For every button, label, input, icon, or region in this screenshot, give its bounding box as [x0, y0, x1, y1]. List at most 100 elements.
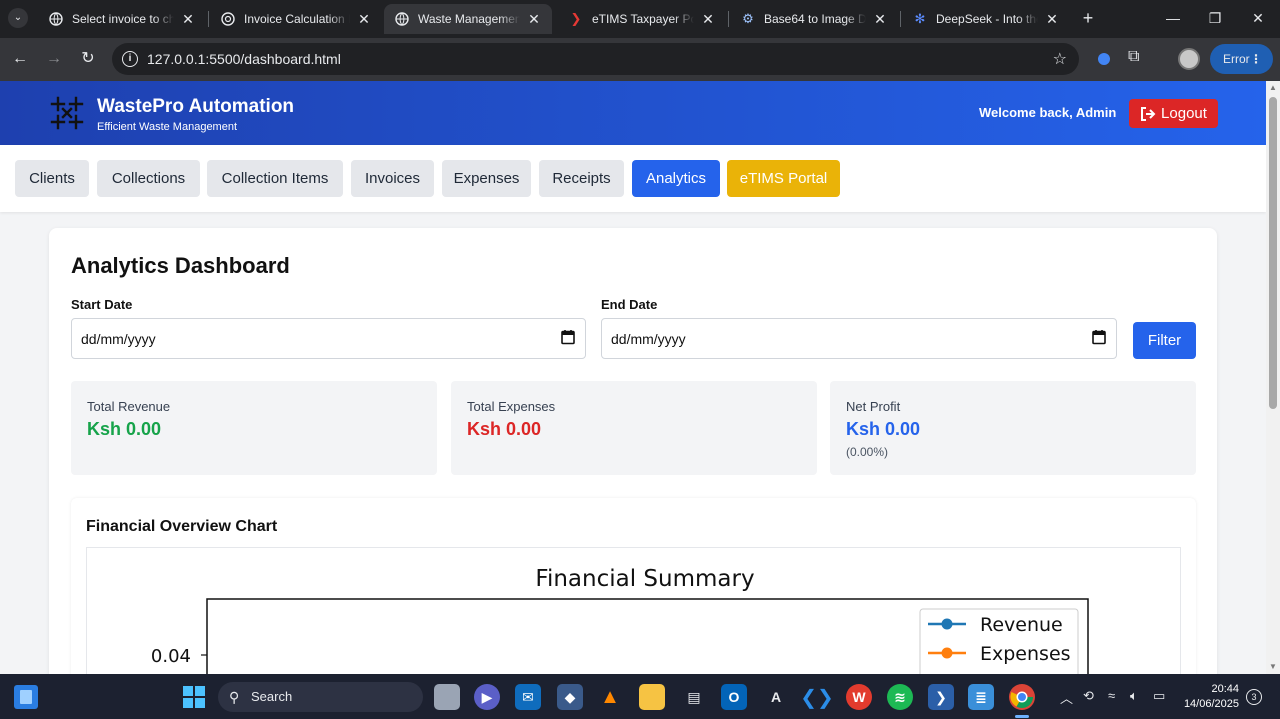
- browser-tab-title: Waste Management Dashboard: [418, 12, 520, 26]
- chrome-icon[interactable]: [1009, 684, 1035, 710]
- end-date-placeholder: dd/mm/yyyy: [611, 331, 686, 347]
- chart-image: Financial Summary 0.04 Revenue Expenses: [86, 547, 1181, 674]
- legend-marker-revenue: [941, 618, 953, 630]
- user-name: Admin: [1075, 105, 1117, 120]
- window-close-icon[interactable]: ✕: [1243, 6, 1273, 30]
- widgets-icon[interactable]: [14, 685, 38, 709]
- start-date-placeholder: dd/mm/yyyy: [81, 331, 156, 347]
- stat-value: Ksh 0.00: [467, 419, 542, 439]
- chart-legend: Revenue Expenses: [919, 608, 1079, 674]
- browser-tabstrip: ⌄ Select invoice to change ✕ Invoice Cal…: [0, 0, 1280, 38]
- close-tab-icon[interactable]: ✕: [872, 11, 888, 28]
- legend-label-expenses: Expenses: [980, 643, 1071, 665]
- clock-date: 14/06/2025: [1183, 698, 1239, 710]
- stat-label: Net Profit: [846, 399, 901, 414]
- nav-tab-collections[interactable]: Collections: [97, 160, 200, 197]
- reload-icon[interactable]: ↻: [77, 48, 99, 70]
- back-arrow-icon[interactable]: ←: [9, 48, 31, 70]
- taskbar-search-box[interactable]: ⚲ Search: [218, 682, 423, 712]
- notification-badge[interactable]: 3: [1246, 689, 1262, 705]
- logout-button[interactable]: Logout: [1129, 99, 1218, 128]
- profile-avatar[interactable]: [1178, 48, 1200, 70]
- tab-search-chevron-icon[interactable]: ⌄: [8, 8, 28, 28]
- url-text[interactable]: 127.0.0.1:5500/dashboard.html: [147, 51, 341, 67]
- volume-icon[interactable]: 🔈︎: [1130, 688, 1138, 704]
- scroll-down-arrow-icon[interactable]: ▼: [1269, 663, 1277, 671]
- wifi-icon[interactable]: ≈: [1108, 688, 1115, 703]
- close-tab-icon[interactable]: ✕: [700, 11, 716, 28]
- nav-tab-clients[interactable]: Clients: [15, 160, 89, 197]
- logout-icon: [1141, 106, 1156, 121]
- start-date-input[interactable]: dd/mm/yyyy: [71, 318, 586, 359]
- windows-start-icon[interactable]: [181, 684, 207, 710]
- minimize-icon[interactable]: —: [1158, 6, 1188, 30]
- app-header: WastePro Automation Efficient Waste Mana…: [0, 81, 1266, 145]
- close-tab-icon[interactable]: ✕: [1044, 11, 1060, 28]
- stat-value: Ksh 0.00: [87, 419, 162, 439]
- stat-net-profit: Net Profit Ksh 0.00 (0.00%): [830, 381, 1196, 475]
- browser-tab-5[interactable]: ⚙ Base64 to Image Decoder ✕: [730, 4, 898, 34]
- sync-icon[interactable]: ⟲: [1083, 688, 1094, 704]
- nav-tab-expenses[interactable]: Expenses: [442, 160, 531, 197]
- font-app-icon[interactable]: A: [763, 684, 789, 710]
- calendar-icon[interactable]: [1092, 329, 1106, 345]
- tray-chevron-up-icon[interactable]: ︿: [1060, 688, 1073, 707]
- chart-title: Financial Summary: [535, 566, 754, 592]
- browser-tab-2[interactable]: Invoice Calculation Fix ✕: [210, 4, 382, 34]
- nav-tab-receipts[interactable]: Receipts: [539, 160, 624, 197]
- forward-arrow-icon[interactable]: →: [43, 48, 65, 70]
- powershell-icon[interactable]: ❯: [928, 684, 954, 710]
- close-tab-icon[interactable]: ✕: [526, 11, 542, 28]
- calendar-icon[interactable]: [561, 329, 575, 345]
- site-info-icon[interactable]: i: [122, 51, 138, 67]
- tab-separator: [728, 11, 729, 27]
- address-bar[interactable]: i 127.0.0.1:5500/dashboard.html ☆: [112, 43, 1079, 75]
- taskbar-clock[interactable]: 20:44 14/06/2025: [1183, 682, 1239, 712]
- scroll-up-arrow-icon[interactable]: ▲: [1269, 84, 1277, 92]
- stat-value: Ksh 0.00: [846, 419, 921, 439]
- new-tab-plus-icon[interactable]: +: [1078, 8, 1098, 28]
- document-icon[interactable]: ▤: [681, 684, 707, 710]
- active-app-indicator: [1015, 715, 1029, 718]
- nav-tab-etims-portal[interactable]: eTIMS Portal: [727, 160, 840, 197]
- vscode-icon[interactable]: ❮❯: [800, 684, 834, 710]
- file-explorer-icon[interactable]: [639, 684, 665, 710]
- notepad-icon[interactable]: ≣: [968, 684, 994, 710]
- nav-tab-analytics[interactable]: Analytics: [632, 160, 720, 197]
- bookmark-star-icon[interactable]: ☆: [1053, 49, 1067, 69]
- close-tab-icon[interactable]: ✕: [356, 11, 372, 28]
- page-scrollbar[interactable]: ▲ ▼: [1266, 81, 1280, 674]
- welcome-message: Welcome back, Admin: [979, 105, 1116, 120]
- kra-icon: ❯: [570, 11, 582, 26]
- browser-tab-6[interactable]: ✻ DeepSeek - Into the Unknown ✕: [902, 4, 1070, 34]
- filter-button[interactable]: Filter: [1133, 322, 1196, 359]
- error-label: Error: [1223, 52, 1250, 66]
- browser-tab-title: Select invoice to change: [72, 12, 174, 26]
- extensions-puzzle-icon[interactable]: ⧉: [1128, 48, 1139, 66]
- extension-dot-icon[interactable]: [1098, 53, 1110, 65]
- stat-total-expenses: Total Expenses Ksh 0.00: [451, 381, 817, 475]
- browser-tab-1[interactable]: Select invoice to change ✕: [38, 4, 206, 34]
- spotify-icon[interactable]: ≋: [887, 684, 913, 710]
- python-icon[interactable]: ◆: [557, 684, 583, 710]
- mail-icon[interactable]: ✉: [515, 684, 541, 710]
- browser-tab-3-active[interactable]: Waste Management Dashboard ✕: [384, 4, 552, 34]
- wps-office-icon[interactable]: W: [846, 684, 872, 710]
- end-date-input[interactable]: dd/mm/yyyy: [601, 318, 1117, 359]
- scrollbar-thumb[interactable]: [1269, 97, 1277, 409]
- openai-icon: [220, 11, 236, 27]
- outlook-icon[interactable]: O: [721, 684, 747, 710]
- close-tab-icon[interactable]: ✕: [180, 11, 196, 28]
- browser-tab-4[interactable]: ❯ eTIMS Taxpayer Portal ✕: [558, 4, 726, 34]
- clock-time: 20:44: [1211, 683, 1239, 695]
- nav-tab-invoices[interactable]: Invoices: [351, 160, 434, 197]
- kebab-menu-icon: ⋮: [1250, 52, 1262, 66]
- battery-icon[interactable]: ▭: [1153, 688, 1165, 704]
- restore-icon[interactable]: ❐: [1200, 6, 1230, 30]
- nav-tab-collection-items[interactable]: Collection Items: [207, 160, 343, 197]
- error-button[interactable]: Error ⋮: [1210, 44, 1273, 74]
- teams-icon[interactable]: ▶: [474, 684, 500, 710]
- y-tick-label: 0.04: [151, 646, 191, 667]
- task-view-icon[interactable]: [434, 684, 460, 710]
- vlc-icon[interactable]: ▲: [597, 684, 623, 710]
